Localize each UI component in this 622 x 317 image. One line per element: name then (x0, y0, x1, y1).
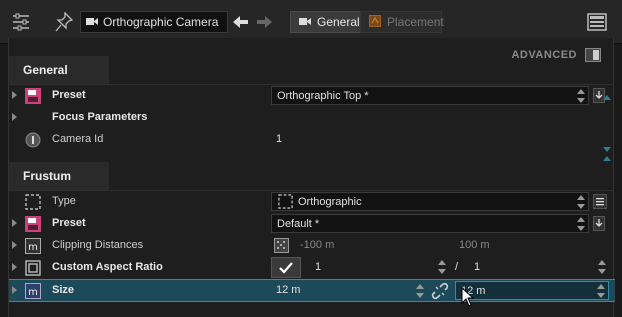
tab-general-label: General (317, 15, 360, 29)
expand-arrow-icon[interactable] (12, 263, 17, 271)
svg-text:m: m (28, 242, 38, 253)
dotted-pattern-icon (277, 241, 285, 249)
size-height-field[interactable]: 12 m (455, 281, 609, 300)
expand-arrow-icon[interactable] (12, 113, 17, 121)
clipping-near-value[interactable]: -100 m (300, 239, 334, 251)
size-width-value[interactable]: 12 m (276, 284, 300, 296)
aspect-ratio-checkbox[interactable] (271, 257, 301, 278)
row-custom-aspect-ratio: Custom Aspect Ratio 1 / 1 (9, 257, 615, 279)
general-preset-value: Orthographic Top * (277, 89, 369, 102)
preset-icon (25, 88, 41, 104)
expand-arrow-icon[interactable] (12, 241, 17, 249)
custom-aspect-ratio-label: Custom Aspect Ratio (52, 261, 163, 273)
row-frustum-preset: Preset Default * (9, 213, 615, 235)
aspect-numerator[interactable]: 1 (315, 261, 321, 273)
broken-link-icon (431, 282, 449, 300)
expand-arrow-icon[interactable] (12, 91, 17, 99)
advanced-label: ADVANCED (511, 49, 577, 61)
numerator-spinner-icon[interactable] (437, 260, 447, 274)
type-list-button[interactable] (593, 194, 607, 209)
dashed-square-icon (25, 194, 41, 210)
aspect-ratio-icon (25, 260, 41, 276)
width-spinner-icon[interactable] (415, 284, 425, 298)
dropdown-spinner-icon[interactable] (576, 89, 586, 103)
section-frustum-header[interactable]: Frustum (9, 162, 109, 190)
checkmark-icon (279, 261, 293, 274)
info-icon (25, 132, 41, 148)
scroll-up-icon[interactable] (603, 156, 611, 161)
row-clipping-distances: m Clipping Distances -100 m 100 m (9, 235, 615, 257)
denominator-spinner-icon[interactable] (597, 260, 607, 274)
camera-icon (299, 15, 311, 29)
download-arrow-icon (595, 219, 603, 227)
frustum-type-value: Orthographic (298, 195, 362, 208)
type-label: Type (52, 195, 76, 207)
tab-general[interactable]: General (290, 11, 369, 33)
aspect-separator: / (455, 261, 459, 273)
svg-text:m: m (28, 287, 38, 298)
dropdown-spinner-icon[interactable] (576, 195, 586, 209)
panel-layout-icon[interactable] (586, 12, 608, 32)
dropdown-spinner-icon[interactable] (576, 217, 586, 231)
expand-arrow-icon[interactable] (12, 219, 17, 227)
focus-parameters-label: Focus Parameters (52, 111, 148, 123)
scroll-down-icon[interactable] (603, 147, 611, 152)
height-spinner-icon[interactable] (596, 284, 606, 298)
preset-label: Preset (52, 217, 86, 229)
preset-menu-button[interactable] (593, 216, 605, 231)
link-toggle[interactable] (431, 282, 449, 300)
scroll-indicator[interactable] (603, 156, 611, 162)
preset-label: Preset (52, 89, 86, 101)
section-general-header[interactable]: General (9, 56, 109, 84)
frustum-preset-value: Default * (277, 217, 320, 230)
tab-placement[interactable]: Placement (360, 11, 444, 33)
scroll-indicator[interactable] (603, 95, 611, 101)
clipping-far-value[interactable]: 100 m (459, 239, 490, 251)
section-general-title: General (23, 63, 68, 77)
properties-panel: ADVANCED General Preset Orthographic Top… (8, 38, 615, 317)
object-name-field[interactable]: Orthographic Camera (80, 11, 228, 33)
object-name-text: Orthographic Camera (103, 15, 219, 29)
back-arrow-icon[interactable] (233, 14, 249, 30)
list-icon (596, 198, 604, 206)
advanced-toggle[interactable]: ADVANCED (511, 48, 601, 62)
tab-placement-label: Placement (387, 15, 444, 29)
scroll-indicator[interactable] (603, 134, 611, 152)
measure-m-icon: m (25, 283, 41, 299)
frustum-preset-select[interactable]: Default * (271, 214, 589, 233)
aspect-denominator[interactable]: 1 (474, 261, 480, 273)
row-size[interactable]: m Size 12 m 12 m (9, 279, 615, 302)
camera-icon (86, 15, 98, 29)
clipping-checkbox[interactable] (274, 238, 289, 253)
row-general-preset: Preset Orthographic Top * (9, 85, 615, 107)
mouse-cursor-icon (461, 287, 474, 307)
placement-icon (369, 14, 381, 30)
camera-id-value[interactable]: 1 (276, 133, 282, 145)
section-frustum-title: Frustum (23, 169, 71, 183)
scroll-up-icon[interactable] (603, 95, 611, 100)
row-frustum-type: Type Orthographic (9, 191, 615, 213)
camera-id-label: Camera Id (52, 133, 104, 145)
frustum-type-select[interactable]: Orthographic (271, 192, 589, 211)
settings-sliders-icon[interactable] (10, 12, 32, 32)
preset-icon (25, 216, 41, 232)
forward-arrow-icon[interactable] (256, 14, 272, 30)
expand-arrow-icon[interactable] (12, 286, 17, 294)
clipping-distances-label: Clipping Distances (52, 239, 144, 251)
size-label: Size (52, 284, 75, 296)
row-focus-parameters: Focus Parameters (9, 107, 615, 129)
dashed-square-icon (278, 194, 293, 209)
advanced-switch[interactable] (585, 48, 601, 62)
row-camera-id: Camera Id 1 (9, 129, 615, 151)
measure-m-icon: m (25, 238, 41, 254)
general-preset-select[interactable]: Orthographic Top * (271, 86, 589, 105)
pin-icon[interactable] (54, 11, 74, 33)
